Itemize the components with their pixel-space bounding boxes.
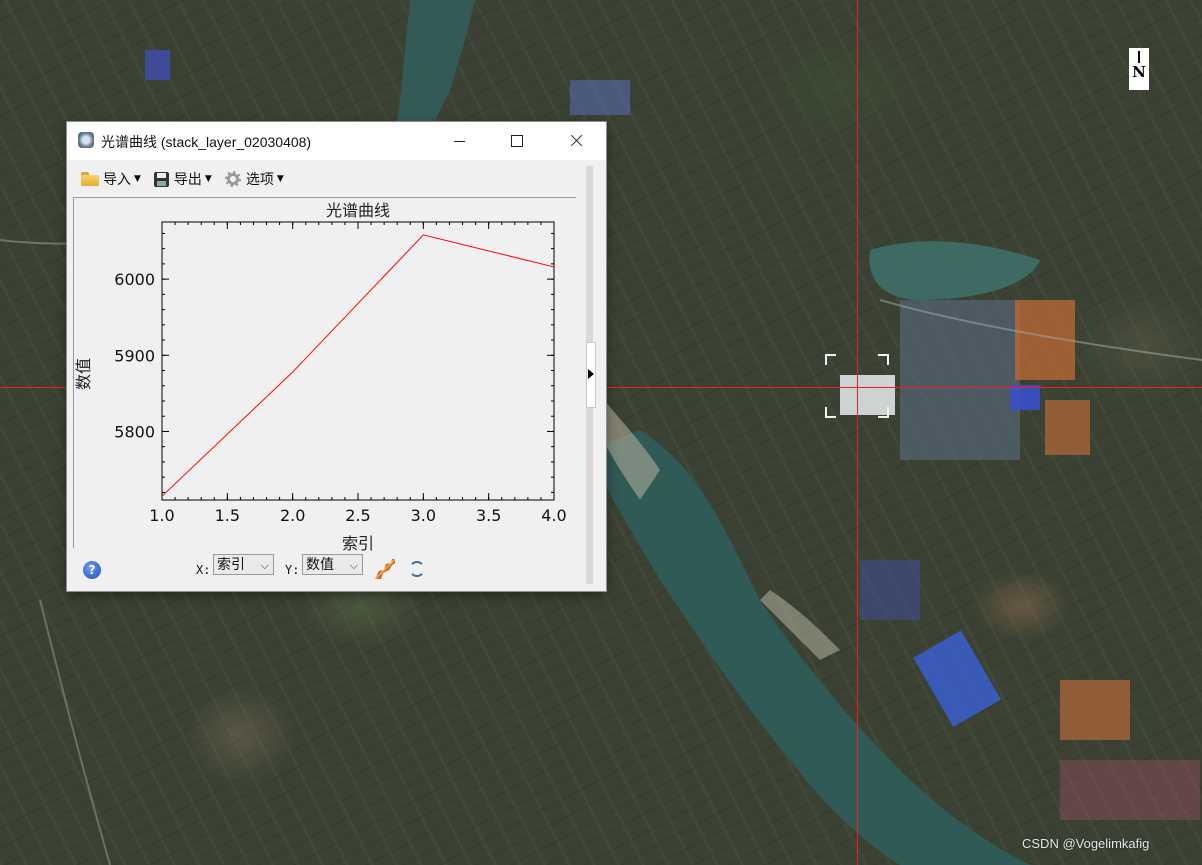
bare-soil-2	[1045, 400, 1090, 455]
refresh-icon[interactable]	[409, 561, 425, 577]
x-tick-label: 2.5	[345, 506, 370, 525]
industrial-zone	[900, 300, 1020, 460]
village-roof	[145, 50, 170, 80]
y-select-value: 数值	[306, 557, 334, 573]
x-select-value: 索引	[217, 557, 245, 573]
bare-soil-3	[1060, 680, 1130, 740]
expand-panel-button[interactable]	[586, 342, 596, 408]
x-tick-label: 1.0	[149, 506, 174, 525]
x-tick-label: 3.0	[411, 506, 436, 525]
window-title: 光谱曲线 (stack_layer_02030408)	[101, 134, 312, 150]
app-icon	[78, 132, 94, 148]
y-axis-select[interactable]: 数值 ⌵	[302, 554, 363, 575]
x-axis-select[interactable]: 索引 ⌵	[213, 554, 274, 575]
residential	[1060, 760, 1200, 820]
import-label: 导入	[103, 172, 131, 188]
chevron-down-icon: ⌵	[349, 559, 358, 572]
chevron-down-icon: ▼	[134, 174, 141, 184]
x-selector-label: X:	[196, 563, 211, 577]
ponds	[570, 80, 630, 115]
blue-buildings	[860, 560, 920, 620]
x-axis-label: 索引	[342, 534, 374, 552]
chevron-down-icon: ▼	[276, 174, 284, 184]
crosshair-vertical	[857, 0, 858, 865]
bottom-bar: ? X: 索引 ⌵ Y: 数值 ⌵	[67, 552, 586, 582]
export-menu-button[interactable]: 导出 ▼	[153, 169, 212, 189]
spectral-curve-window[interactable]: 光谱曲线 (stack_layer_02030408) 导入 ▼ 导出 ▼ 选项…	[67, 122, 606, 591]
title-bar[interactable]: 光谱曲线 (stack_layer_02030408)	[67, 122, 606, 160]
river-upper	[395, 0, 475, 135]
maximize-button[interactable]	[488, 122, 546, 160]
brush-icon[interactable]	[375, 559, 395, 579]
watermark: CSDN @Vogelimkafig	[1022, 836, 1150, 851]
y-tick-label: 6000	[114, 270, 155, 289]
options-menu-button[interactable]: 选项 ▼	[224, 169, 284, 189]
chevron-down-icon: ▼	[204, 174, 212, 184]
spectral-chart[interactable]: 光谱曲线 索引 数值 1.0 1.5 2.0 2.5 3.0 3.5 4.0 5800 590…	[67, 194, 582, 552]
y-tick-label: 5900	[114, 346, 155, 365]
y-tick-label: 5800	[114, 422, 155, 441]
help-icon[interactable]: ?	[83, 561, 101, 579]
x-tick-label: 1.5	[215, 506, 240, 525]
chart-title: 光谱曲线	[326, 201, 390, 220]
lake	[869, 241, 1040, 300]
close-button[interactable]	[547, 122, 605, 160]
y-selector-label: Y:	[285, 563, 300, 577]
x-tick-label: 2.0	[280, 506, 305, 525]
options-label: 选项	[245, 172, 274, 188]
blue-roofs	[1010, 385, 1040, 410]
minimize-button[interactable]	[430, 122, 488, 160]
gear-icon	[224, 171, 241, 187]
road-2	[39, 599, 111, 865]
toolbar: 导入 ▼ 导出 ▼ 选项 ▼	[81, 166, 297, 192]
folder-icon	[81, 172, 99, 186]
x-tick-label: 4.0	[541, 506, 566, 525]
north-arrow-icon: N	[1129, 48, 1149, 90]
selection-cursor[interactable]	[825, 354, 889, 418]
save-icon	[153, 171, 169, 187]
blue-warehouse	[913, 630, 1001, 728]
north-label: N	[1132, 63, 1146, 81]
import-menu-button[interactable]: 导入 ▼	[81, 169, 141, 189]
chevron-down-icon: ⌵	[260, 559, 269, 572]
x-tick-label: 3.5	[476, 506, 501, 525]
y-axis-label: 数值	[74, 358, 93, 390]
export-label: 导出	[173, 172, 202, 188]
plot-area	[161, 221, 555, 501]
